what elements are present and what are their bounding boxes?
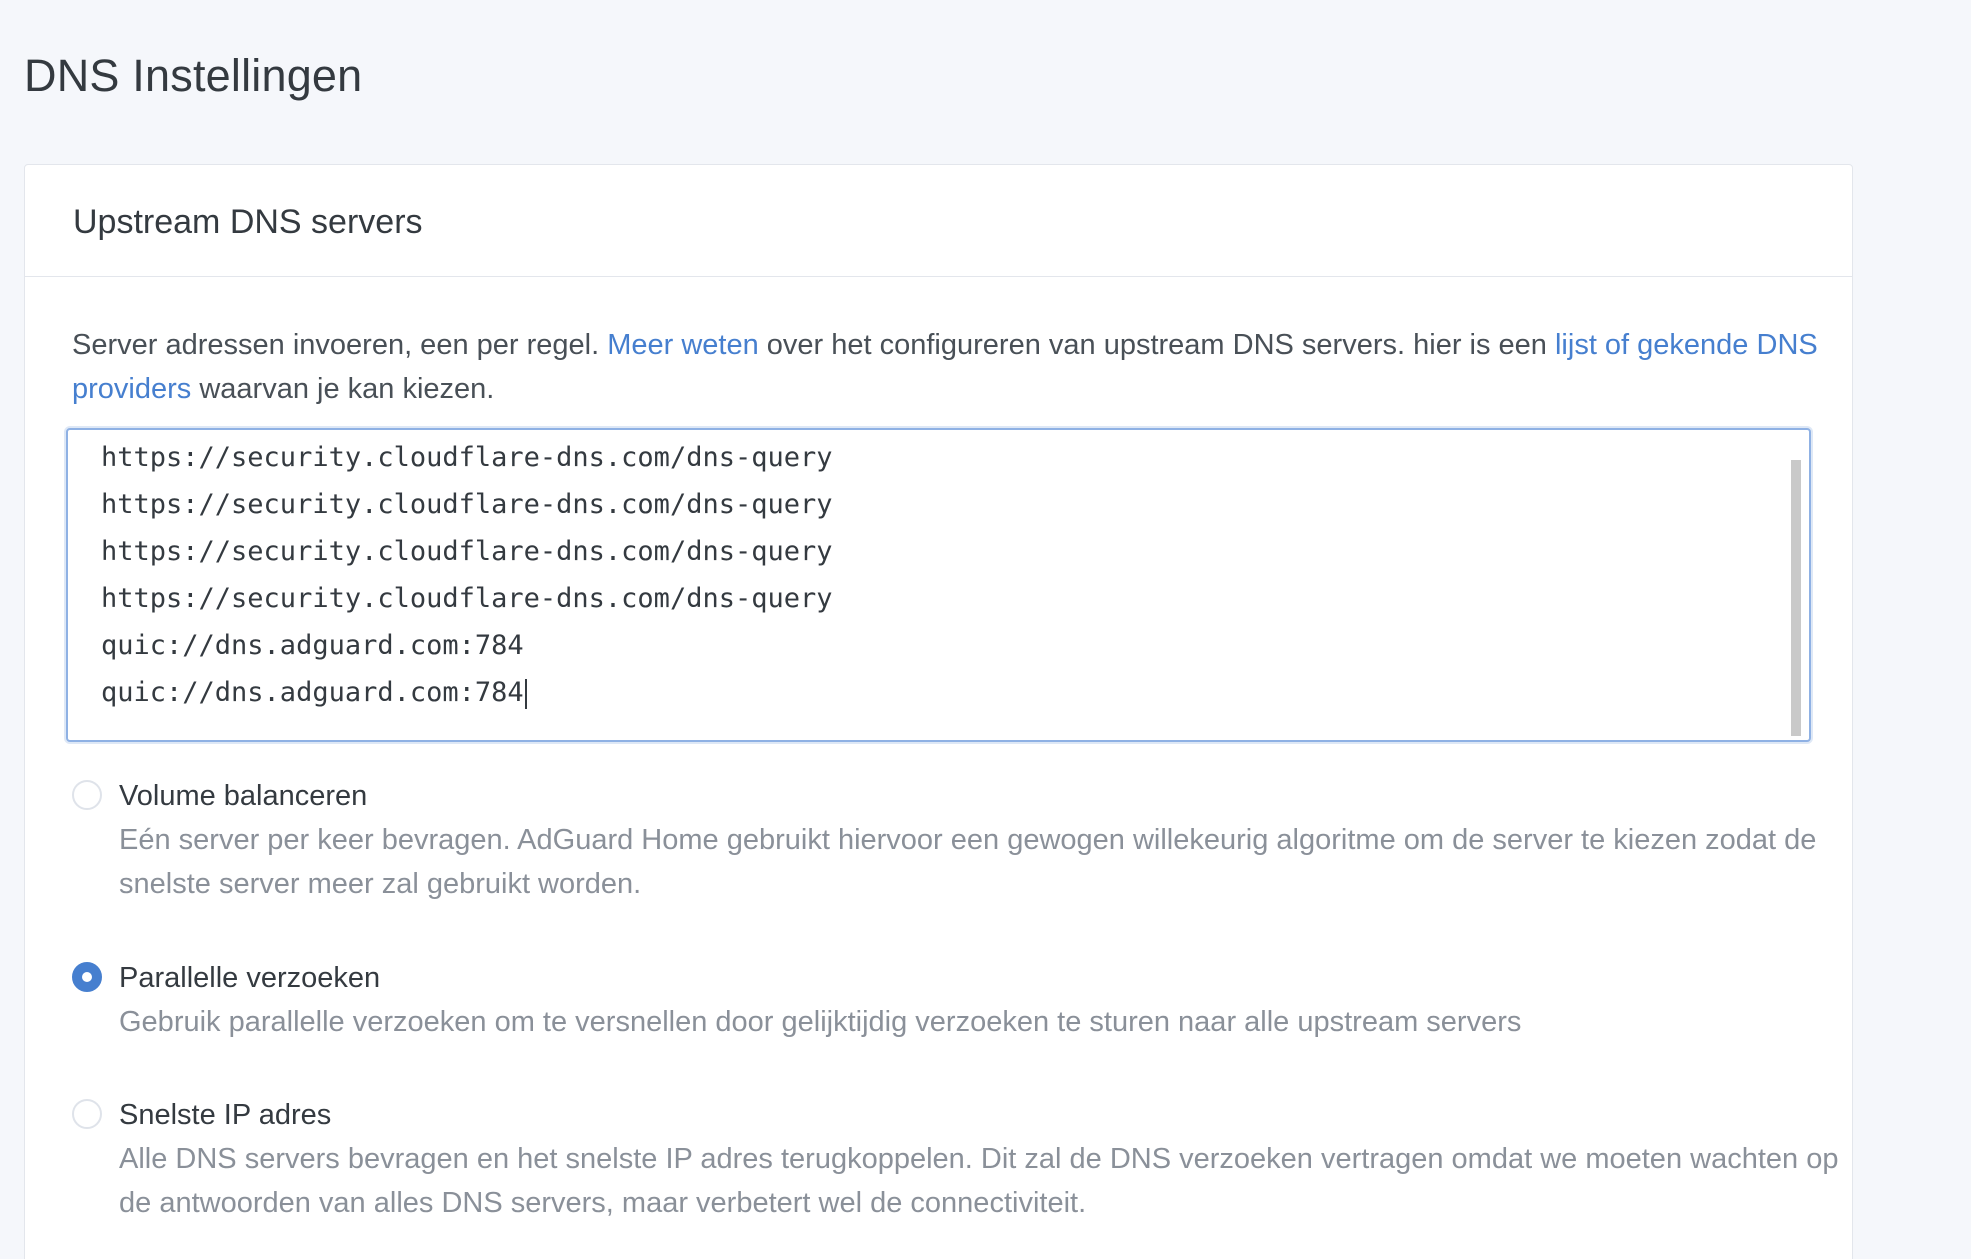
load-balancing-radio[interactable] — [72, 780, 102, 810]
parallel-requests-description: Gebruik parallelle verzoeken om te versn… — [119, 1006, 1522, 1038]
text-caret — [524, 678, 527, 709]
fastest-ip-label[interactable]: Snelste IP adres — [119, 1095, 331, 1135]
upstream-server-list: https://security.cloudflare-dns.com/dns-… — [101, 434, 833, 716]
upstream-server-text: quic://dns.adguard.com:784 — [101, 677, 524, 708]
textarea-scrollbar[interactable] — [1791, 460, 1801, 736]
upstream-server-line: https://security.cloudflare-dns.com/dns-… — [101, 536, 833, 567]
description-text: over het configureren van upstream DNS s… — [758, 329, 1555, 361]
upstream-server-line: https://security.cloudflare-dns.com/dns-… — [101, 489, 833, 520]
fastest-ip-description: Alle DNS servers bevragen en het snelste… — [119, 1143, 1839, 1219]
card-title: Upstream DNS servers — [73, 203, 423, 241]
learn-more-link[interactable]: Meer weten — [607, 329, 759, 361]
page-title: DNS Instellingen — [24, 50, 363, 101]
fastest-ip-radio[interactable] — [72, 1099, 102, 1129]
textarea-scrollbar-thumb[interactable] — [1791, 460, 1801, 736]
parallel-requests-label[interactable]: Parallelle verzoeken — [119, 958, 380, 998]
upstream-servers-textarea[interactable]: https://security.cloudflare-dns.com/dns-… — [66, 428, 1811, 742]
upstream-server-line: quic://dns.adguard.com:784 — [101, 630, 524, 661]
upstream-server-line: https://security.cloudflare-dns.com/dns-… — [101, 583, 833, 614]
upstream-description: Server adressen invoeren, een per regel.… — [72, 323, 1862, 411]
description-text: waarvan je kan kiezen. — [191, 373, 495, 405]
upstream-server-line: https://security.cloudflare-dns.com/dns-… — [101, 442, 833, 473]
description-text: Server adressen invoeren, een per regel. — [72, 329, 608, 361]
card-header: Upstream DNS servers — [25, 165, 1852, 277]
upstream-server-line-last: quic://dns.adguard.com:784 — [101, 669, 833, 716]
upstream-dns-card: Upstream DNS servers Server adressen inv… — [24, 164, 1853, 1259]
load-balancing-label[interactable]: Volume balanceren — [119, 776, 367, 816]
load-balancing-description: Eén server per keer bevragen. AdGuard Ho… — [119, 824, 1817, 900]
dns-settings-page: DNS Instellingen Upstream DNS servers Se… — [0, 0, 1971, 1259]
parallel-requests-radio[interactable] — [72, 962, 102, 992]
